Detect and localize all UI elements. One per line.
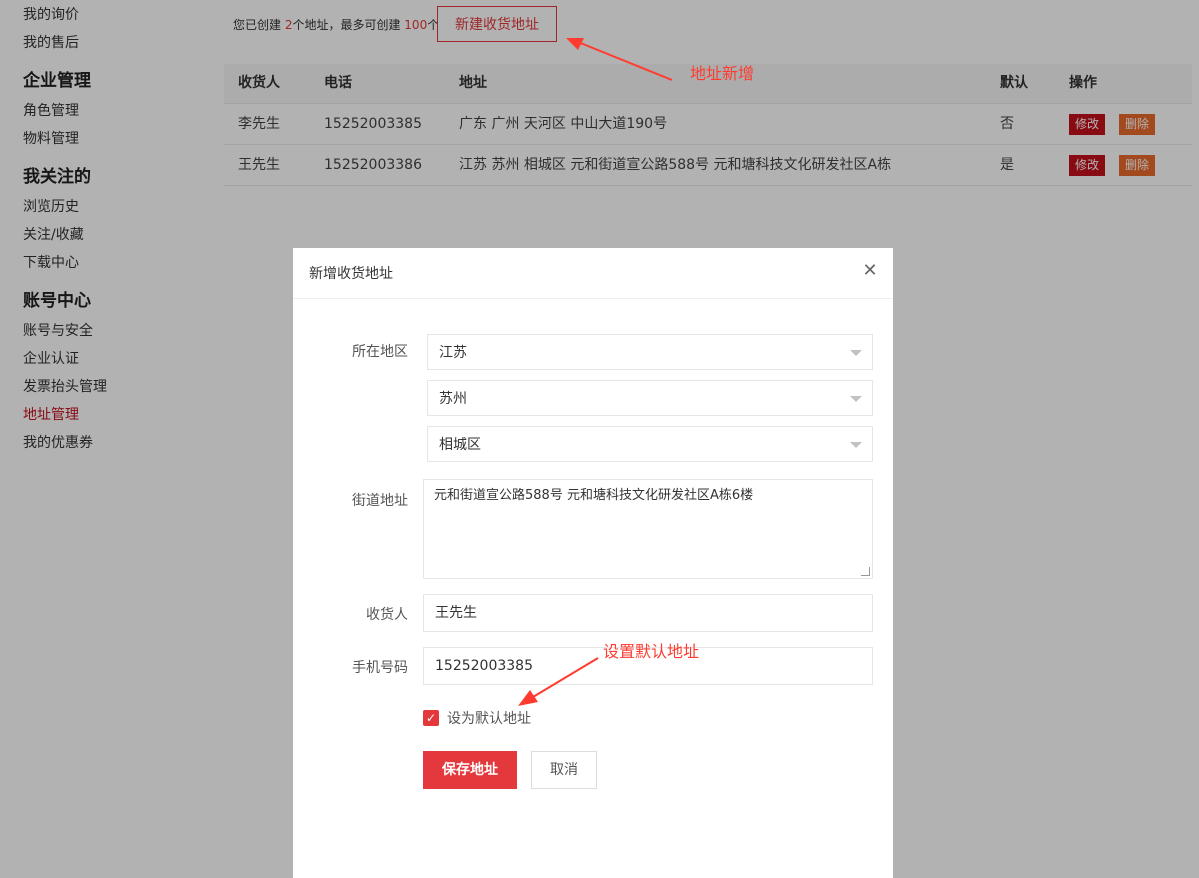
chevron-down-icon bbox=[850, 442, 862, 448]
cancel-button[interactable]: 取消 bbox=[531, 751, 597, 789]
region-label: 所在地区 bbox=[352, 344, 408, 360]
receiver-field[interactable]: 王先生 bbox=[423, 594, 873, 632]
chevron-down-icon bbox=[850, 350, 862, 356]
default-address-checkbox[interactable]: ✓ bbox=[423, 710, 439, 726]
receiver-label: 收货人 bbox=[366, 607, 408, 623]
province-value: 江苏 bbox=[439, 345, 467, 361]
close-icon[interactable]: ✕ bbox=[861, 262, 879, 280]
street-address-value: 元和街道宣公路588号 元和塘科技文化研发社区A栋6楼 bbox=[434, 488, 754, 503]
default-address-label[interactable]: 设为默认地址 bbox=[447, 708, 531, 728]
province-select[interactable]: 江苏 bbox=[427, 334, 873, 370]
modal-title: 新增收货地址 bbox=[309, 266, 393, 282]
annotation-new-address: 地址新增 bbox=[690, 64, 755, 83]
new-address-modal: 新增收货地址 ✕ 所在地区 江苏 苏州 相城区 街道地址 元和街道宣公路588号… bbox=[293, 248, 893, 878]
annotation-set-default: 设置默认地址 bbox=[603, 642, 700, 661]
phone-label: 手机号码 bbox=[352, 660, 408, 676]
save-address-button[interactable]: 保存地址 bbox=[423, 751, 517, 789]
district-value: 相城区 bbox=[439, 437, 481, 453]
modal-header: 新增收货地址 ✕ bbox=[293, 248, 893, 299]
street-address-field[interactable]: 元和街道宣公路588号 元和塘科技文化研发社区A栋6楼 bbox=[423, 479, 873, 579]
city-select[interactable]: 苏州 bbox=[427, 380, 873, 416]
street-label: 街道地址 bbox=[352, 493, 408, 509]
chevron-down-icon bbox=[850, 396, 862, 402]
city-value: 苏州 bbox=[439, 391, 467, 407]
resize-handle-icon[interactable] bbox=[861, 567, 870, 576]
district-select[interactable]: 相城区 bbox=[427, 426, 873, 462]
